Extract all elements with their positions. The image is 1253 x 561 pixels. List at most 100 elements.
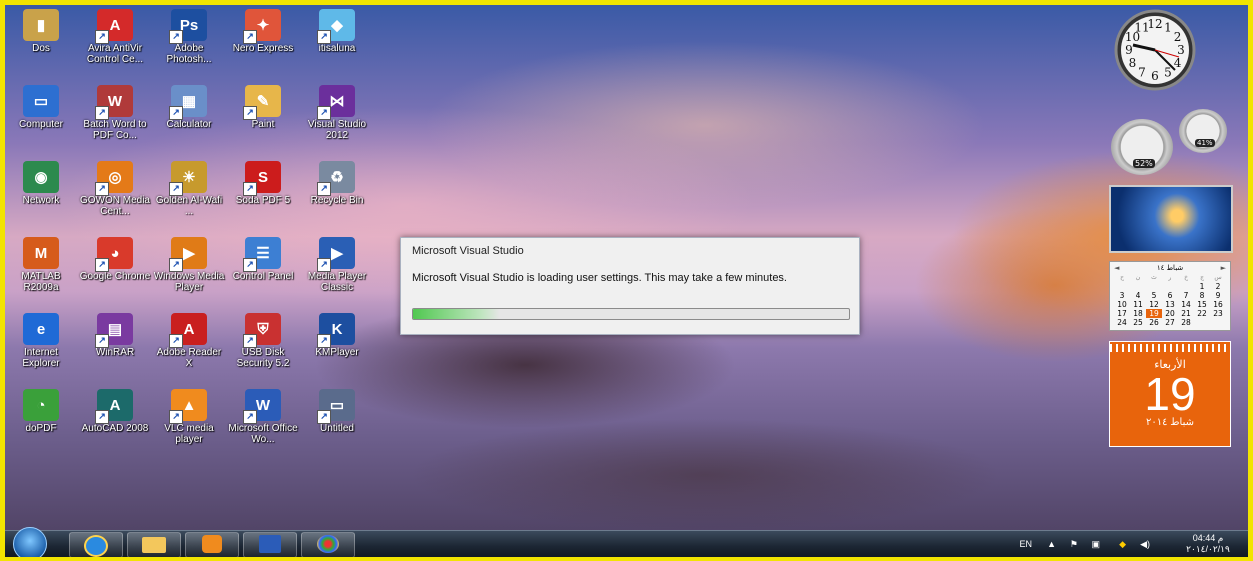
desktop-icon-google-chrome[interactable]: ◕ ↗ Google Chrome: [79, 235, 151, 309]
desktop-icon-adobe-reader-x[interactable]: A ↗ Adobe Reader X: [153, 311, 225, 385]
app-icon: ▭: [23, 85, 59, 117]
taskbar-media-player-button[interactable]: [185, 532, 239, 557]
calendar-month: شباط ١٤: [1156, 264, 1184, 272]
desktop-icon-winrar[interactable]: ▤ ↗ WinRAR: [79, 311, 151, 385]
desktop-icon-golden-al-wafi[interactable]: ☀ ↗ Golden Al-Wafi ...: [153, 159, 225, 233]
app-icon: ▭ ↗: [317, 389, 355, 424]
desktop-icon-visual-studio-2012[interactable]: ⋈ ↗ Visual Studio 2012: [301, 83, 373, 157]
calendar-day[interactable]: 21: [1178, 309, 1194, 318]
desktop-icon-computer[interactable]: ▭ Computer: [5, 83, 77, 157]
desktop-icon-recycle-bin[interactable]: ♻ ↗ Recycle Bin: [301, 159, 373, 233]
calendar-day[interactable]: 6: [1162, 291, 1178, 300]
desktop-icon-paint[interactable]: ✎ ↗ Paint: [227, 83, 299, 157]
action-center-flag-icon[interactable]: ⚑: [1070, 539, 1078, 550]
taskbar-paint-button[interactable]: [301, 532, 355, 557]
desktop-icon-batch-word-to-pdf-co[interactable]: W ↗ Batch Word to PDF Co...: [79, 83, 151, 157]
volume-icon[interactable]: ◀): [1140, 539, 1150, 550]
calendar-day[interactable]: 26: [1146, 318, 1162, 327]
desktop-icon-label: Visual Studio 2012: [307, 119, 367, 141]
desktop-icon-network[interactable]: ◉ Network: [5, 159, 77, 233]
calendar-day[interactable]: 27: [1162, 318, 1178, 327]
dialog-title: Microsoft Visual Studio: [412, 245, 524, 257]
calendar-day[interactable]: 17: [1114, 309, 1130, 318]
app-icon: W ↗: [243, 389, 281, 424]
desktop-icon-kmplayer[interactable]: K ↗ KMPlayer: [301, 311, 373, 385]
calendar-day[interactable]: 19: [1146, 309, 1162, 318]
shortcut-arrow-icon: ↗: [95, 182, 109, 196]
shortcut-arrow-icon: ↗: [169, 106, 183, 120]
next-month-arrow-icon[interactable]: ►: [1221, 264, 1226, 272]
shortcut-arrow-icon: ↗: [317, 410, 331, 424]
desktop-icon-usb-disk-security-5-2[interactable]: ⛨ ↗ USB Disk Security 5.2: [227, 311, 299, 385]
desktop-icon-calculator[interactable]: ▦ ↗ Calculator: [153, 83, 225, 157]
calendar-day[interactable]: 23: [1210, 309, 1226, 318]
calendar-day[interactable]: 22: [1194, 309, 1210, 318]
visual-studio-loading-dialog[interactable]: Microsoft Visual Studio Microsoft Visual…: [400, 237, 860, 335]
slideshow-gadget[interactable]: [1109, 185, 1233, 253]
loading-progress-bar: [412, 308, 850, 320]
day-calendar-gadget[interactable]: الأربعاء 19 شباط ٢٠١٤: [1109, 341, 1231, 447]
clock-number: 6: [1151, 69, 1159, 83]
calendar-day[interactable]: 14: [1178, 300, 1194, 309]
antivirus-tray-icon[interactable]: ◆: [1119, 539, 1126, 550]
calendar-day[interactable]: 13: [1162, 300, 1178, 309]
shortcut-arrow-icon: ↗: [169, 334, 183, 348]
calendar-day[interactable]: 7: [1178, 291, 1194, 300]
desktop-icon-label: Avira AntiVir Control Ce...: [86, 43, 144, 65]
calendar-gadget[interactable]: ◄ شباط ١٤ ► حنثرخجس 1 2 3 4 5 6 7 8 9 10 11 12 13 14 1…: [1109, 261, 1231, 331]
taskbar-word-button[interactable]: [243, 532, 297, 557]
calendar-day[interactable]: 1: [1194, 282, 1210, 291]
taskbar-internet-explorer-button[interactable]: [69, 532, 123, 557]
language-indicator[interactable]: EN: [1019, 539, 1032, 549]
desktop-icon-control-panel[interactable]: ☰ ↗ Control Panel: [227, 235, 299, 309]
calendar-day[interactable]: 12: [1146, 300, 1162, 309]
calendar-day[interactable]: 9: [1210, 291, 1226, 300]
desktop-icon-vlc-media-player[interactable]: ▲ ↗ VLC media player: [153, 387, 225, 461]
calendar-day[interactable]: 4: [1130, 291, 1146, 300]
start-button[interactable]: [13, 527, 47, 557]
taskbar-time: 04:44 م: [1192, 533, 1224, 543]
clock-number: 8: [1129, 56, 1137, 70]
desktop-icon-soda-pdf-5[interactable]: S ↗ Soda PDF 5: [227, 159, 299, 233]
clock-gadget[interactable]: 12 1 2 3 4 5 6 7 8 9 10 11: [1109, 9, 1201, 91]
calendar-day[interactable]: 2: [1210, 282, 1226, 291]
taskbar-explorer-button[interactable]: [127, 532, 181, 557]
calendar-day[interactable]: 11: [1130, 300, 1146, 309]
calendar-day[interactable]: 16: [1210, 300, 1226, 309]
calendar-day[interactable]: 5: [1146, 291, 1162, 300]
desktop-icon-windows-media-player[interactable]: ▶ ↗ Windows Media Player: [153, 235, 225, 309]
desktop-icon-microsoft-office-wo[interactable]: W ↗ Microsoft Office Wo...: [227, 387, 299, 461]
shortcut-arrow-icon: ↗: [243, 182, 257, 196]
desktop-icon-adobe-photosh[interactable]: Ps ↗ Adobe Photosh...: [153, 7, 225, 81]
calendar-day[interactable]: 3: [1114, 291, 1130, 300]
app-icon: A ↗: [95, 9, 133, 44]
calendar-day[interactable]: 28: [1178, 318, 1194, 327]
show-hidden-icons-icon[interactable]: ▲: [1047, 539, 1056, 549]
calendar-day[interactable]: 25: [1130, 318, 1146, 327]
calendar-day[interactable]: 10: [1114, 300, 1130, 309]
clock-area[interactable]: 04:44 م ٢٠١٤/٠٢/١٩: [1178, 533, 1238, 555]
calendar-weekday: س: [1214, 274, 1222, 281]
desktop-icon-internet-explorer[interactable]: e Internet Explorer: [5, 311, 77, 385]
desktop-icon-matlab-r2009a[interactable]: M MATLAB R2009a: [5, 235, 77, 309]
desktop-icon-avira-antivir-control-ce[interactable]: A ↗ Avira AntiVir Control Ce...: [79, 7, 151, 81]
desktop-icon-media-player-classic[interactable]: ▶ ↗ Media Player Classic: [301, 235, 373, 309]
desktop-icon-gowon-media-cent[interactable]: ◎ ↗ GOWON Media Cent...: [79, 159, 151, 233]
desktop-icon-label: Google Chrome: [79, 271, 151, 282]
calendar-day[interactable]: 18: [1130, 309, 1146, 318]
desktop-icon-autocad-2008[interactable]: A ↗ AutoCAD 2008: [79, 387, 151, 461]
calendar-day[interactable]: 8: [1194, 291, 1210, 300]
progress-fill: [413, 309, 501, 319]
clock-number: 5: [1164, 66, 1172, 80]
desktop-icon-dopdf[interactable]: ◔ doPDF: [5, 387, 77, 461]
desktop-icon-nero-express[interactable]: ✦ ↗ Nero Express: [227, 7, 299, 81]
cpu-meter-gadget[interactable]: 52% 41%: [1109, 109, 1231, 175]
desktop-icon-untitled[interactable]: ▭ ↗ Untitled: [301, 387, 373, 461]
network-icon[interactable]: ▣: [1091, 539, 1100, 550]
calendar-day: [1130, 282, 1146, 291]
calendar-day[interactable]: 15: [1194, 300, 1210, 309]
calendar-day[interactable]: 24: [1114, 318, 1130, 327]
desktop-icon-dos[interactable]: ▮ Dos: [5, 7, 77, 81]
calendar-day[interactable]: 20: [1162, 309, 1178, 318]
desktop-icon-itisaluna[interactable]: ◆ ↗ itisaluna: [301, 7, 373, 81]
